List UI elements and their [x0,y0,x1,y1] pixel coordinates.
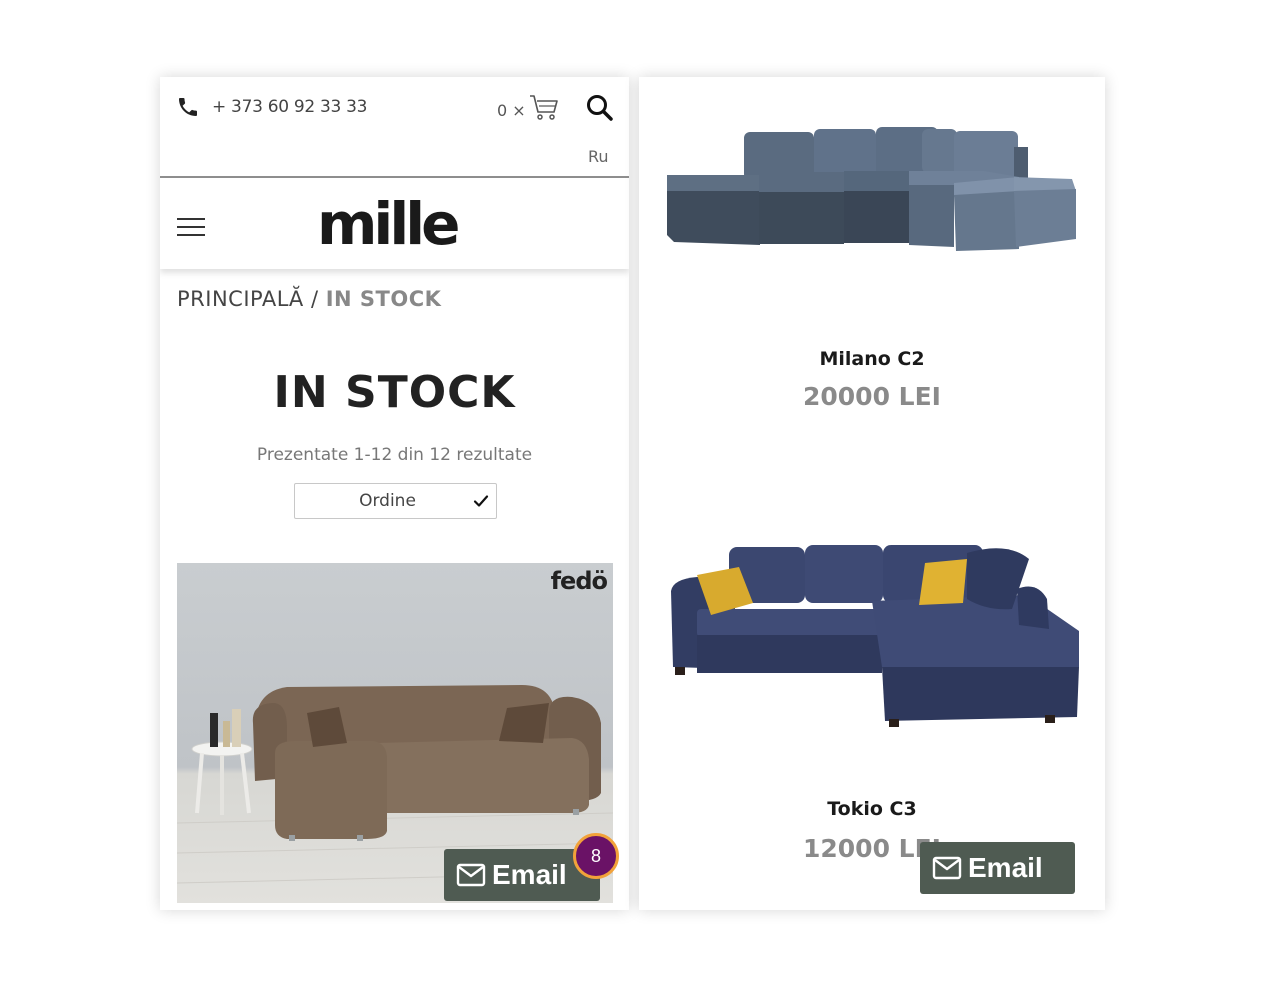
language-switch[interactable]: Ru [588,147,609,166]
product-image-tokio[interactable] [667,539,1085,739]
product-price: 20000 LEI [803,382,941,411]
site-header: mille [160,178,629,269]
breadcrumb-separator: / [303,287,326,311]
mobile-view-left: + 373 60 92 33 33 0 × Ru mille PRINCIPAL… [160,77,629,910]
product-name[interactable]: Tokio C3 [639,798,1105,820]
sort-label: Ordine [359,491,416,511]
site-logo[interactable]: mille [317,190,460,258]
cart-count[interactable]: 0 × [497,101,526,120]
mobile-view-right: Milano C2 20000 LEI Tokio C3 12000 LEI E… [639,77,1105,910]
sort-dropdown[interactable]: Ordine [294,483,497,519]
phone-icon[interactable] [176,95,200,119]
product-image-milano[interactable] [664,117,1084,257]
check-icon [473,495,489,507]
top-bar: + 373 60 92 33 33 0 × Ru [160,77,629,178]
phone-number[interactable]: + 373 60 92 33 33 [212,97,367,117]
mail-icon [456,863,486,887]
breadcrumb: PRINCIPALĂ / IN STOCK [177,287,441,311]
email-label: Email [492,859,567,890]
search-icon[interactable] [585,93,615,123]
cart-icon[interactable] [528,91,560,123]
page-title: IN STOCK [273,367,516,418]
breadcrumb-home[interactable]: PRINCIPALĂ [177,287,304,311]
results-count: Prezentate 1-12 din 12 rezultate [256,445,533,465]
notification-badge[interactable]: 8 [573,833,619,879]
email-label: Email [968,852,1043,883]
product-name[interactable]: Milano C2 [639,348,1105,370]
menu-icon[interactable] [177,218,205,238]
email-button[interactable]: Email [920,842,1075,894]
mail-icon [932,856,962,880]
breadcrumb-current: IN STOCK [325,287,442,311]
